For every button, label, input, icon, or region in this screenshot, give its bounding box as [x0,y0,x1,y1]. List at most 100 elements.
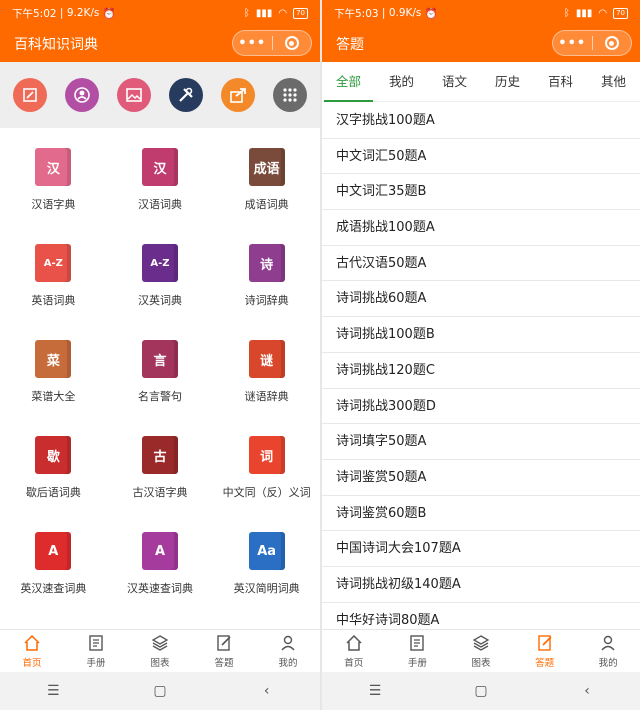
dictionary-item[interactable]: A-Z 英语词典 [0,230,107,326]
quiz-item[interactable]: 诗词填字50题A [322,424,640,460]
picture-icon[interactable] [117,78,151,112]
tab-manual[interactable]: 手册 [387,630,447,672]
dictionary-item[interactable]: 言名言警句 [107,326,214,422]
home-nav-icon[interactable]: ▢ [130,683,190,699]
system-nav-bar: ☰ ▢ ‹ [0,672,320,710]
close-icon[interactable] [592,36,631,50]
user-circle-icon[interactable] [65,78,99,112]
tab-home[interactable]: 首页 [324,630,384,672]
quiz-item[interactable]: 诗词挑战60题A [322,281,640,318]
dictionary-item[interactable]: 谜谜语辞典 [213,326,320,422]
manual-icon [407,633,427,655]
tab-answer[interactable]: 答题 [515,630,575,672]
status-time: 下午5:02 [12,7,57,20]
status-bar: 下午5:03 | 0.9K/s ⏰ ᛒ ▮▮▮ ◠ 70 [322,0,640,26]
signal-icon: ▮▮▮ [575,7,593,19]
edit-icon[interactable] [13,78,47,112]
dictionary-item[interactable]: 汉汉语字典 [0,134,107,230]
home-nav-icon[interactable]: ▢ [451,683,511,699]
tab-answer[interactable]: 答题 [194,630,254,672]
dictionary-item[interactable]: A 英汉速查词典 [0,518,107,614]
quiz-item[interactable]: 诗词鉴赏60题B [322,496,640,532]
home-screen: 下午5:02 | 9.2K/s ⏰ ᛒ ▮▮▮ ◠ 70 百科知识词典 ••• … [0,0,320,710]
signal-icon: ▮▮▮ [255,7,273,19]
quiz-item[interactable]: 古代汉语50题A [322,246,640,282]
dictionary-label: 谜语辞典 [244,390,289,403]
tab-label: 图表 [471,658,491,669]
wifi-icon: ◠ [598,7,608,19]
quiz-item[interactable]: 诗词挑战300题D [322,389,640,425]
tab-home[interactable]: 首页 [2,630,62,672]
close-icon[interactable] [272,36,311,50]
quiz-item[interactable]: 中文词汇35题B [322,174,640,211]
dictionary-label: 汉英词典 [137,294,182,307]
person-icon [278,633,298,655]
tab-label: 手册 [86,658,106,669]
quiz-item[interactable]: 中华好诗词80题A [322,603,640,629]
book-icon: A-Z [141,244,178,282]
dictionary-item[interactable]: 成语 成语词典 [213,134,320,230]
more-icon[interactable]: ••• [233,36,272,51]
book-icon: 成语 [248,148,285,186]
dictionary-item[interactable]: 词中文同（反）义词 [213,422,320,518]
quiz-item[interactable]: 诗词鉴赏50题A [322,460,640,496]
category-tab[interactable]: 全部 [323,62,374,102]
tab-label: 我的 [278,658,298,669]
category-tab[interactable]: 其他 [593,62,634,102]
book-icon: 古 [141,436,178,474]
tab-layers[interactable]: 图表 [130,630,190,672]
grid-icon[interactable] [273,78,307,112]
quiz-item[interactable]: 成语挑战100题A [322,210,640,246]
dictionary-label: 中文同（反）义词 [222,486,311,499]
back-nav-icon[interactable]: ‹ [557,683,617,699]
tab-manual[interactable]: 手册 [66,630,126,672]
wifi-icon: ◠ [278,7,288,19]
category-tab[interactable]: 语文 [434,62,475,102]
menu-nav-icon[interactable]: ☰ [23,683,83,699]
layers-icon [471,633,491,655]
quiz-item[interactable]: 诗词挑战初级140题A [322,567,640,603]
quiz-item[interactable]: 中文词汇50题A [322,139,640,175]
answer-icon [535,633,555,655]
dictionary-label: 英语词典 [31,294,76,307]
quiz-item[interactable]: 诗词挑战120题C [322,353,640,389]
dictionary-grid: 汉汉语字典汉汉语词典 成语 成语词典 A-Z 英语词典 A-Z 汉英词典 诗诗词辞典菜菜谱大全… [0,134,320,614]
tab-label: 首页 [344,658,364,669]
book-icon: 歇 [35,436,72,474]
dictionary-item[interactable]: 歇歇后语词典 [0,422,107,518]
quiz-item[interactable]: 汉字挑战100题A [322,103,640,139]
battery-icon: 70 [293,7,308,19]
category-tab[interactable]: 百科 [540,62,581,102]
back-nav-icon[interactable]: ‹ [237,683,297,699]
dictionary-item[interactable]: 菜菜谱大全 [0,326,107,422]
dictionary-label: 成语词典 [244,198,289,211]
dictionary-item[interactable]: A 汉英速查词典 [107,518,214,614]
alarm-icon: ⏰ [99,7,116,20]
page-title: 百科知识词典 [14,37,98,53]
share-icon[interactable] [221,78,255,112]
dictionary-item[interactable]: Aa 英汉简明词典 [213,518,320,614]
tab-person[interactable]: 我的 [578,630,638,672]
dictionary-item[interactable]: 汉汉语词典 [107,134,214,230]
category-tab[interactable]: 历史 [487,62,528,102]
dictionary-label: 英汉速查词典 [20,582,87,595]
tab-label: 我的 [598,658,618,669]
dictionary-label: 菜谱大全 [31,390,76,403]
tools-icon[interactable] [169,78,203,112]
quiz-item[interactable]: 诗词挑战100题B [322,317,640,353]
more-icon[interactable]: ••• [553,36,592,51]
alarm-icon: ⏰ [421,7,438,20]
book-icon: A [35,532,72,570]
dictionary-item[interactable]: A-Z 汉英词典 [107,230,214,326]
menu-nav-icon[interactable]: ☰ [345,683,405,699]
bluetooth-icon: ᛒ [243,7,250,19]
dictionary-item[interactable]: 诗诗词辞典 [213,230,320,326]
tab-label: 首页 [22,658,42,669]
tab-layers[interactable]: 图表 [451,630,511,672]
quiz-item[interactable]: 中国诗词大会107题A [322,531,640,567]
system-nav-bar: ☰ ▢ ‹ [322,672,640,710]
category-tab[interactable]: 我的 [381,62,422,102]
dictionary-item[interactable]: 古古汉语字典 [107,422,214,518]
layers-icon [150,633,170,655]
tab-person[interactable]: 我的 [258,630,318,672]
